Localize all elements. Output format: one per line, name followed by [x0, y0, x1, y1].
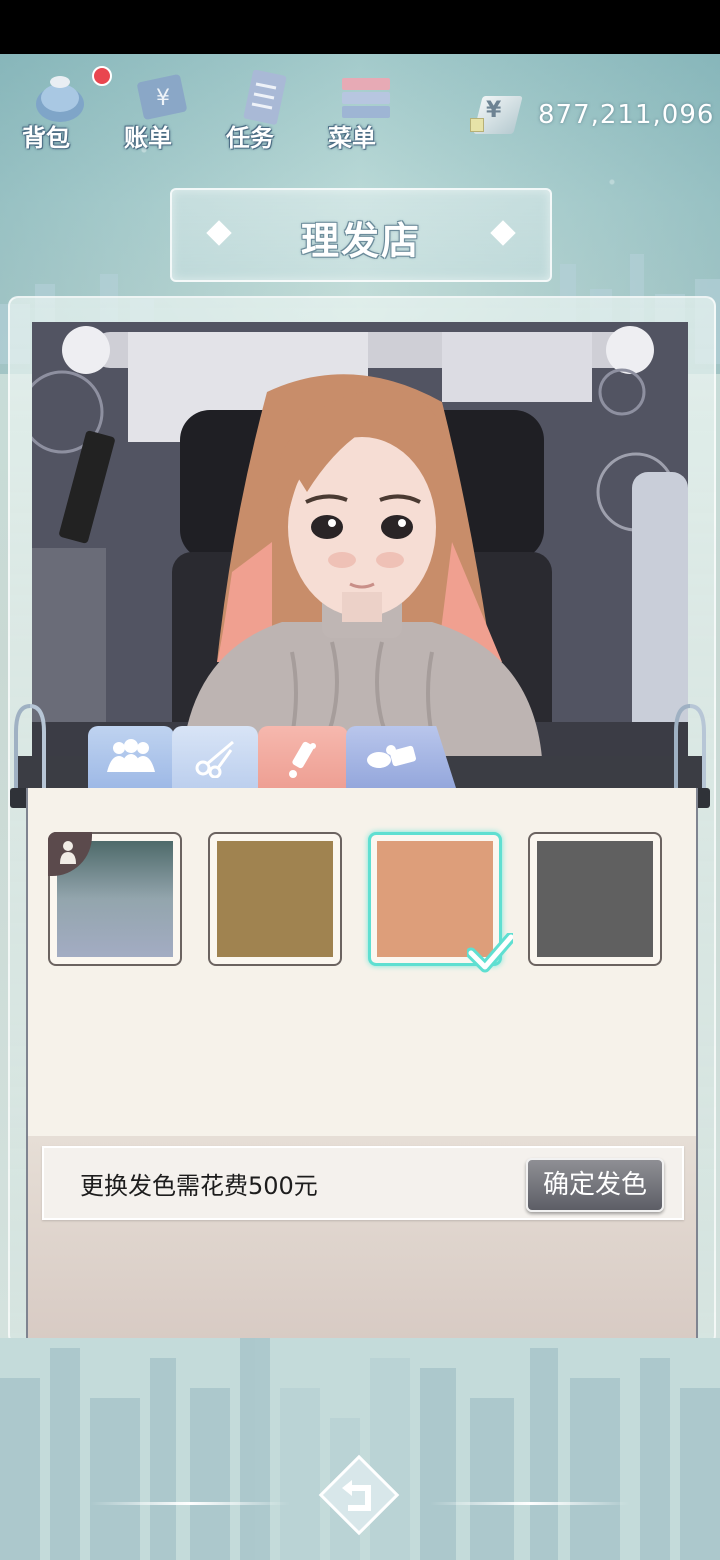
decor-line-left — [90, 1502, 290, 1505]
people-icon — [107, 739, 155, 772]
dye-panel: 更换发色需花费500元 确定发色 — [26, 788, 698, 1338]
cost-bar: 更换发色需花费500元 确定发色 — [42, 1146, 684, 1220]
nav-bag-label: 背包 — [22, 124, 70, 152]
tab-hair-dye[interactable] — [258, 726, 348, 788]
nav-bag[interactable]: 背包 — [20, 66, 112, 156]
currency-display: ¥ 877,211,096 — [470, 96, 715, 136]
swatch-2-color — [217, 841, 333, 957]
barber-scene-illustration — [32, 322, 688, 758]
dye-icon — [289, 741, 316, 778]
scissors-icon — [195, 740, 234, 778]
nav-task-label: 任务 — [226, 124, 274, 152]
currency-amount: 877,211,096 — [538, 100, 715, 130]
notification-dot — [92, 66, 112, 86]
nav-bill[interactable]: ¥ 账单 — [122, 66, 187, 156]
back-button[interactable] — [318, 1454, 400, 1536]
nav-menu[interactable]: 菜单 — [326, 66, 390, 156]
dye-cost-text: 更换发色需花费500元 — [80, 1172, 318, 1200]
character-portrait — [32, 322, 688, 758]
decor-line-right — [430, 1502, 630, 1505]
status-bar — [0, 0, 720, 54]
title-plaque: 理发店 — [170, 188, 552, 282]
check-icon — [467, 933, 513, 973]
color-swatch-4[interactable] — [528, 832, 662, 966]
swatch-4-color — [537, 841, 653, 957]
color-swatch-2[interactable] — [208, 832, 342, 966]
page-title: 理发店 — [300, 219, 421, 263]
confirm-dye-button[interactable]: 确定发色 — [526, 1158, 664, 1212]
nav-bill-label: 账单 — [124, 124, 172, 152]
yen-symbol: ¥ — [486, 98, 502, 123]
color-swatch-3[interactable] — [368, 832, 513, 973]
nav-task[interactable]: 任务 — [224, 66, 288, 156]
svg-text:¥: ¥ — [156, 86, 170, 111]
nav-menu-label: 菜单 — [328, 124, 376, 152]
person-icon — [60, 841, 76, 864]
tab-people[interactable] — [88, 726, 174, 788]
tab-haircut[interactable] — [172, 726, 258, 788]
top-nav: 背包 ¥ 账单 任务 菜单 — [20, 66, 390, 156]
color-swatch-1[interactable] — [48, 832, 182, 966]
coin-icon — [470, 118, 484, 132]
accessory-icon — [367, 745, 416, 768]
